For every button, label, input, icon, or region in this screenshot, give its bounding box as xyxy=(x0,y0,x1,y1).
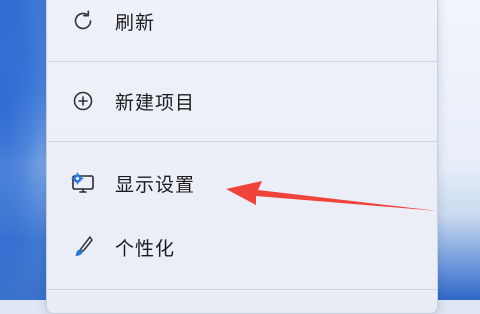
brush-icon xyxy=(69,233,97,261)
add-circle-icon xyxy=(69,87,97,115)
refresh-icon xyxy=(69,7,97,35)
menu-item-label: 显示设置 xyxy=(115,173,196,196)
menu-divider xyxy=(47,289,437,290)
menu-item-label: 个性化 xyxy=(115,237,176,260)
menu-divider xyxy=(47,141,437,142)
desktop-context-menu: 刷新 新建项目 显示设置 个性化 xyxy=(46,0,438,314)
menu-item-label: 新建项目 xyxy=(115,91,196,114)
display-settings-icon xyxy=(69,169,97,197)
menu-item-refresh[interactable]: 刷新 xyxy=(47,0,437,43)
menu-divider xyxy=(47,61,437,62)
menu-item-label: 刷新 xyxy=(115,11,156,34)
menu-item-personalize[interactable]: 个性化 xyxy=(47,225,437,269)
menu-item-new[interactable]: 新建项目 xyxy=(47,79,437,123)
menu-item-display-settings[interactable]: 显示设置 xyxy=(47,161,437,205)
